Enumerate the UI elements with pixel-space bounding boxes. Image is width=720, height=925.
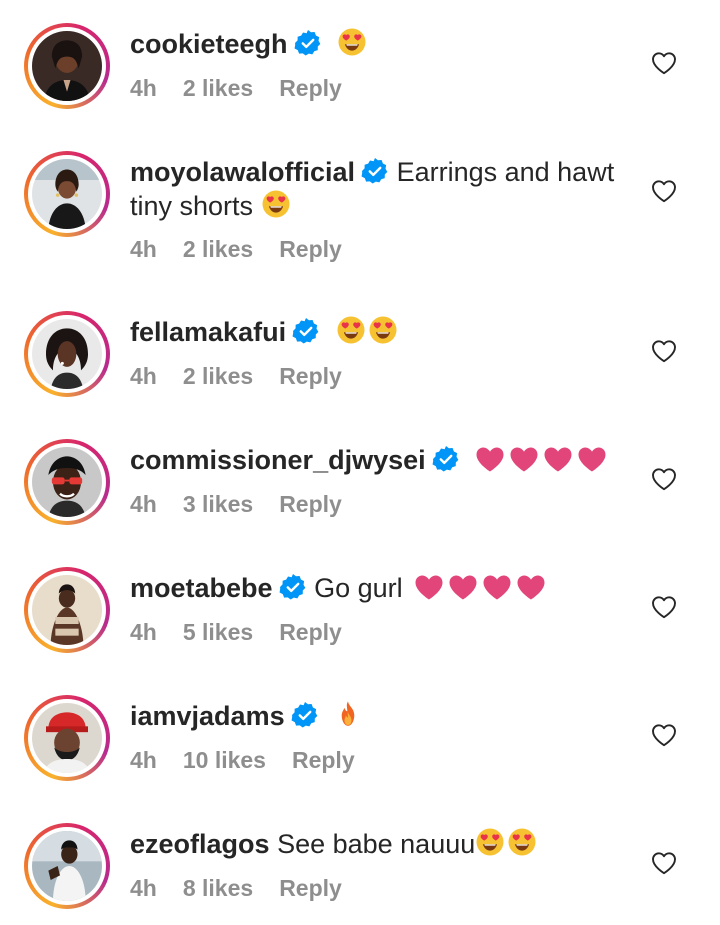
comment-meta: 4h 3 likes Reply xyxy=(130,491,368,518)
pink-heart-emoji xyxy=(543,446,573,473)
like-heart-icon[interactable] xyxy=(651,51,677,75)
comment-likes[interactable]: 8 likes xyxy=(183,875,253,901)
fire-emoji xyxy=(334,699,362,729)
comment-text: Earrings and hawt xyxy=(396,157,615,187)
comment-meta: 4h 2 likes Reply xyxy=(130,236,368,263)
comment-meta: 4h 10 likes Reply xyxy=(130,747,381,774)
heart-eyes-emoji xyxy=(261,189,291,219)
like-heart-icon[interactable] xyxy=(651,179,677,203)
reply-button[interactable]: Reply xyxy=(292,747,355,773)
comment-text: See babe nauuu xyxy=(277,829,476,859)
comment-time: 4h xyxy=(130,619,157,645)
reply-button[interactable]: Reply xyxy=(279,875,342,901)
like-heart-icon[interactable] xyxy=(651,467,677,491)
verified-badge-icon xyxy=(432,445,460,473)
comment-time: 4h xyxy=(130,491,157,517)
avatar[interactable] xyxy=(24,439,110,525)
reply-button[interactable]: Reply xyxy=(279,619,342,645)
comment-likes[interactable]: 2 likes xyxy=(183,363,253,389)
comment-time: 4h xyxy=(130,747,157,773)
comment-meta: 4h 2 likes Reply xyxy=(130,75,368,102)
comment-likes[interactable]: 3 likes xyxy=(183,491,253,517)
comment-time: 4h xyxy=(130,363,157,389)
comment-username[interactable]: moetabebe xyxy=(130,573,273,603)
comment-body: commissioner_djwysei xyxy=(130,443,630,477)
verified-badge-icon xyxy=(279,573,307,601)
comment-text-line2: tiny shorts xyxy=(130,191,254,221)
verified-badge-icon xyxy=(361,157,389,185)
comment-body: iamvjadams xyxy=(130,699,630,733)
avatar[interactable] xyxy=(24,695,110,781)
comment-username[interactable]: ezeoflagos xyxy=(130,829,270,859)
reply-button[interactable]: Reply xyxy=(279,236,342,262)
heart-eyes-emoji xyxy=(337,27,367,57)
comment-username[interactable]: iamvjadams xyxy=(130,701,285,731)
comment-username[interactable]: commissioner_djwysei xyxy=(130,445,426,475)
verified-badge-icon xyxy=(291,701,319,729)
like-heart-icon[interactable] xyxy=(651,339,677,363)
pink-heart-emoji xyxy=(448,574,478,601)
comment-meta: 4h 2 likes Reply xyxy=(130,363,368,390)
heart-eyes-emoji xyxy=(336,315,366,345)
comment-time: 4h xyxy=(130,236,157,262)
comment-username[interactable]: cookieteegh xyxy=(130,29,288,59)
pink-heart-emoji xyxy=(475,446,505,473)
reply-button[interactable]: Reply xyxy=(279,75,342,101)
comment-body: fellamakafui xyxy=(130,315,630,349)
comment-meta: 4h 8 likes Reply xyxy=(130,875,368,902)
comment-likes[interactable]: 5 likes xyxy=(183,619,253,645)
heart-eyes-emoji xyxy=(475,827,505,857)
pink-heart-emoji xyxy=(509,446,539,473)
comment-body: moyolawalofficial Earrings and hawt tiny… xyxy=(130,155,630,223)
pink-heart-emoji xyxy=(516,574,546,601)
avatar[interactable] xyxy=(24,311,110,397)
comment-username[interactable]: fellamakafui xyxy=(130,317,286,347)
comment-meta: 4h 5 likes Reply xyxy=(130,619,368,646)
comment-time: 4h xyxy=(130,75,157,101)
verified-badge-icon xyxy=(294,29,322,57)
comment-text: Go gurl xyxy=(314,573,403,603)
like-heart-icon[interactable] xyxy=(651,595,677,619)
comment-likes[interactable]: 10 likes xyxy=(183,747,266,773)
avatar[interactable] xyxy=(24,151,110,237)
comment-body: ezeoflagos See babe nauuu xyxy=(130,827,630,861)
comment-time: 4h xyxy=(130,875,157,901)
comment-body: cookieteegh xyxy=(130,27,630,61)
comment-likes[interactable]: 2 likes xyxy=(183,75,253,101)
like-heart-icon[interactable] xyxy=(651,851,677,875)
comment-likes[interactable]: 2 likes xyxy=(183,236,253,262)
pink-heart-emoji xyxy=(414,574,444,601)
reply-button[interactable]: Reply xyxy=(279,491,342,517)
verified-badge-icon xyxy=(292,317,320,345)
avatar[interactable] xyxy=(24,567,110,653)
like-heart-icon[interactable] xyxy=(651,723,677,747)
comment-body: moetabebe Go gurl xyxy=(130,571,630,605)
avatar[interactable] xyxy=(24,823,110,909)
heart-eyes-emoji xyxy=(368,315,398,345)
comment-username[interactable]: moyolawalofficial xyxy=(130,157,355,187)
pink-heart-emoji xyxy=(577,446,607,473)
reply-button[interactable]: Reply xyxy=(279,363,342,389)
heart-eyes-emoji xyxy=(507,827,537,857)
avatar[interactable] xyxy=(24,23,110,109)
pink-heart-emoji xyxy=(482,574,512,601)
